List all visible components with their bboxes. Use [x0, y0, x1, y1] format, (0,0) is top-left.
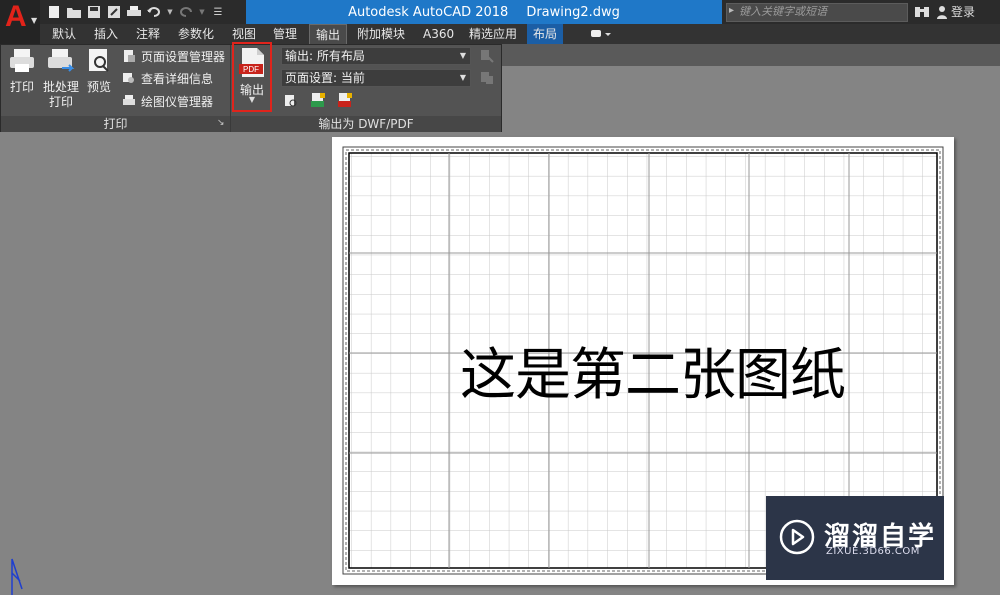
redo-icon[interactable]: [178, 4, 194, 20]
plotter-manager-button[interactable]: 绘图仪管理器: [122, 92, 213, 110]
tab-insert[interactable]: 插入: [94, 24, 118, 44]
export-pdf-button[interactable]: PDF 输出 ▼: [232, 42, 272, 112]
ribbon-minimize-icon[interactable]: [590, 28, 612, 40]
plotter-manager-label: 绘图仪管理器: [141, 94, 214, 109]
play-logo-icon: [779, 519, 815, 555]
print-button[interactable]: 打印: [6, 46, 38, 95]
watermark-url: ZIXUE.3D66.COM: [826, 546, 920, 557]
chevron-down-icon: ▼: [459, 73, 466, 82]
tab-annotate[interactable]: 注释: [136, 24, 160, 44]
print-panel-title: 打印: [1, 116, 230, 132]
plotter-icon: [123, 95, 135, 105]
batch-print-label: 批处理: [42, 80, 79, 94]
view-details-icon: [123, 73, 134, 83]
panel-launcher-icon[interactable]: ↘: [217, 118, 225, 128]
tab-view[interactable]: 视图: [232, 24, 256, 44]
tab-manage[interactable]: 管理: [273, 24, 297, 44]
export-scope-dropdown[interactable]: 输出: 所有布局 ▼: [281, 47, 471, 65]
undo-icon[interactable]: [146, 4, 162, 20]
app-name: Autodesk AutoCAD 2018: [348, 4, 509, 20]
pdf-export-icon[interactable]: [337, 92, 353, 110]
tab-addins[interactable]: 附加模块: [357, 24, 405, 44]
chevron-down-icon[interactable]: ▼: [198, 4, 206, 20]
page-setup-override-icon[interactable]: [479, 48, 495, 64]
user-icon: [937, 5, 947, 19]
tab-default[interactable]: 默认: [52, 24, 76, 44]
window-title: Autodesk AutoCAD 2018 Drawing2.dwg: [246, 0, 722, 24]
search-box[interactable]: ▸: [726, 3, 908, 22]
page-setup-value: 页面设置: 当前: [285, 71, 365, 85]
chevron-down-icon: ▼: [248, 95, 256, 104]
tab-output[interactable]: 输出: [309, 24, 348, 44]
tab-layout[interactable]: 布局: [527, 24, 564, 44]
open-folder-icon[interactable]: [66, 4, 82, 20]
export-scope-value: 输出: 所有布局: [285, 49, 365, 63]
autocad-logo-icon: A: [5, 0, 27, 33]
new-file-icon[interactable]: [46, 4, 62, 20]
batch-print-button[interactable]: 批处理 打印: [42, 46, 80, 110]
watermark-badge: 溜溜自学 ZIXUE.3D66.COM: [766, 496, 944, 580]
batch-print-label-2: 打印: [48, 95, 73, 109]
customize-toolbar-icon[interactable]: ☰: [210, 4, 226, 20]
save-as-icon[interactable]: [106, 4, 122, 20]
ucs-icon: [11, 558, 23, 595]
page-setup-icon: [124, 50, 135, 62]
sign-in-button[interactable]: 登录: [936, 3, 975, 20]
tab-parametric[interactable]: 参数化: [178, 24, 214, 44]
quick-access-toolbar: ▼ ▼ ☰: [46, 3, 226, 21]
chevron-down-icon[interactable]: ▼: [166, 4, 174, 20]
export-preview-icon[interactable]: [283, 93, 299, 109]
search-input[interactable]: [739, 4, 903, 20]
chevron-down-icon: ▼: [31, 16, 38, 25]
page-setup-manager-label: 页面设置管理器: [141, 49, 226, 64]
chevron-down-icon: ▼: [459, 51, 466, 60]
preview-export-icon[interactable]: [479, 70, 495, 86]
print-label: 打印: [9, 80, 34, 94]
document-name: Drawing2.dwg: [526, 4, 620, 20]
binoculars-icon[interactable]: [914, 4, 930, 18]
view-details-label: 查看详细信息: [141, 71, 214, 86]
save-icon[interactable]: [86, 4, 102, 20]
page-setup-manager-button[interactable]: 页面设置管理器: [122, 47, 225, 65]
drawing-title-text: 这是第二张图纸: [460, 343, 846, 408]
export-panel-title: 输出为 DWF/PDF: [231, 116, 501, 132]
preview-icon: [89, 49, 109, 72]
application-menu-button[interactable]: A ▼: [0, 0, 40, 44]
printer-icon: [10, 49, 34, 72]
pdf-icon-text: PDF: [243, 65, 259, 74]
sign-in-label: 登录: [951, 5, 976, 19]
preview-label: 预览: [86, 80, 111, 94]
view-details-button[interactable]: 查看详细信息: [122, 69, 213, 87]
tab-a360[interactable]: A360: [423, 24, 454, 44]
preview-button[interactable]: 预览: [84, 46, 114, 95]
print-icon[interactable]: [126, 4, 142, 20]
dwfx-export-icon[interactable]: [310, 92, 326, 110]
expand-arrow-icon[interactable]: ▸: [729, 5, 734, 16]
page-setup-dropdown[interactable]: 页面设置: 当前 ▼: [281, 69, 471, 87]
pdf-file-icon: PDF: [239, 48, 264, 77]
batch-printer-icon: [48, 49, 75, 72]
tab-featured-apps[interactable]: 精选应用: [469, 24, 517, 44]
